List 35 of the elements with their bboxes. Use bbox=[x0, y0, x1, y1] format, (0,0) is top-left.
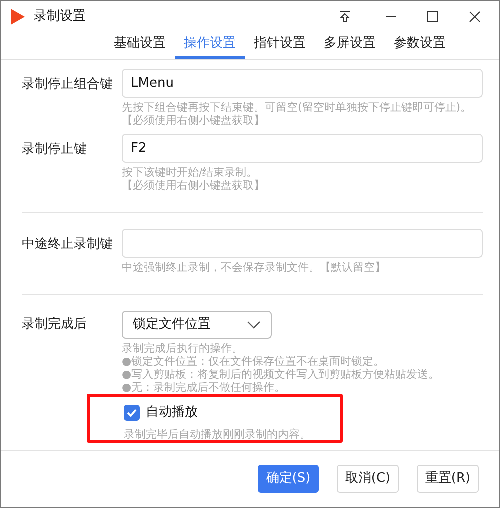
field-label: 录制完成后 bbox=[22, 316, 88, 334]
input-field[interactable] bbox=[122, 229, 483, 258]
maximize-icon[interactable] bbox=[427, 10, 439, 22]
field-label: 中途终止录制键 bbox=[22, 236, 114, 254]
hint-text: 先按下组合键再按下结束键。可留空(留空时单独按下停止键即可停止)。 bbox=[122, 101, 473, 114]
button[interactable]: 重置(R) bbox=[417, 465, 479, 493]
dropdown[interactable]: 锁定文件位置 bbox=[122, 311, 272, 339]
pin-icon[interactable] bbox=[339, 10, 351, 22]
tab[interactable]: 参数设置 bbox=[385, 32, 455, 59]
hint-text: 录制完成后执行的操作。 bbox=[122, 342, 244, 355]
tab[interactable]: 操作设置 bbox=[175, 32, 245, 59]
hint-text: 录制完毕后自动播放刚刚录制的内容。 bbox=[124, 428, 312, 440]
hint-text: 【必须使用右侧小键盘获取】 bbox=[122, 114, 266, 127]
hint-text: ●锁定文件位置：仅在文件保存位置不在桌面时锁定。 bbox=[122, 355, 386, 368]
tab[interactable]: 指针设置 bbox=[245, 32, 315, 59]
field-label: 录制停止键 bbox=[22, 141, 88, 159]
hint-text: 【必须使用右侧小键盘获取】 bbox=[122, 179, 266, 192]
chevron-down-icon bbox=[247, 321, 261, 329]
checkbox-label: 自动播放 bbox=[146, 404, 198, 422]
check-icon bbox=[127, 408, 137, 417]
input-field[interactable]: F2 bbox=[122, 134, 483, 163]
hint-text: 按下该键时开始/结束录制。 bbox=[122, 166, 259, 179]
primary-button[interactable]: 确定(S) bbox=[258, 465, 319, 493]
window-title: 录制设置 bbox=[34, 8, 86, 26]
button[interactable]: 取消(C) bbox=[337, 465, 399, 493]
field-label: 录制停止组合键 bbox=[22, 76, 114, 94]
tab[interactable]: 多屏设置 bbox=[315, 32, 385, 59]
hint-text: ●写入剪贴板：将复制后的视频文件写入到剪贴板方便粘贴发送。 bbox=[122, 368, 440, 381]
input-field[interactable]: LMenu bbox=[122, 69, 483, 98]
tab[interactable]: 基础设置 bbox=[105, 32, 175, 59]
checkbox[interactable] bbox=[124, 404, 140, 421]
close-icon[interactable] bbox=[469, 10, 481, 22]
hint-text: 中途强制终止录制，不会保存录制文件。【默认留空】 bbox=[122, 261, 387, 274]
app-logo-icon bbox=[11, 8, 25, 24]
hint-text: ●无：录制完成后不做任何操作。 bbox=[122, 381, 287, 394]
